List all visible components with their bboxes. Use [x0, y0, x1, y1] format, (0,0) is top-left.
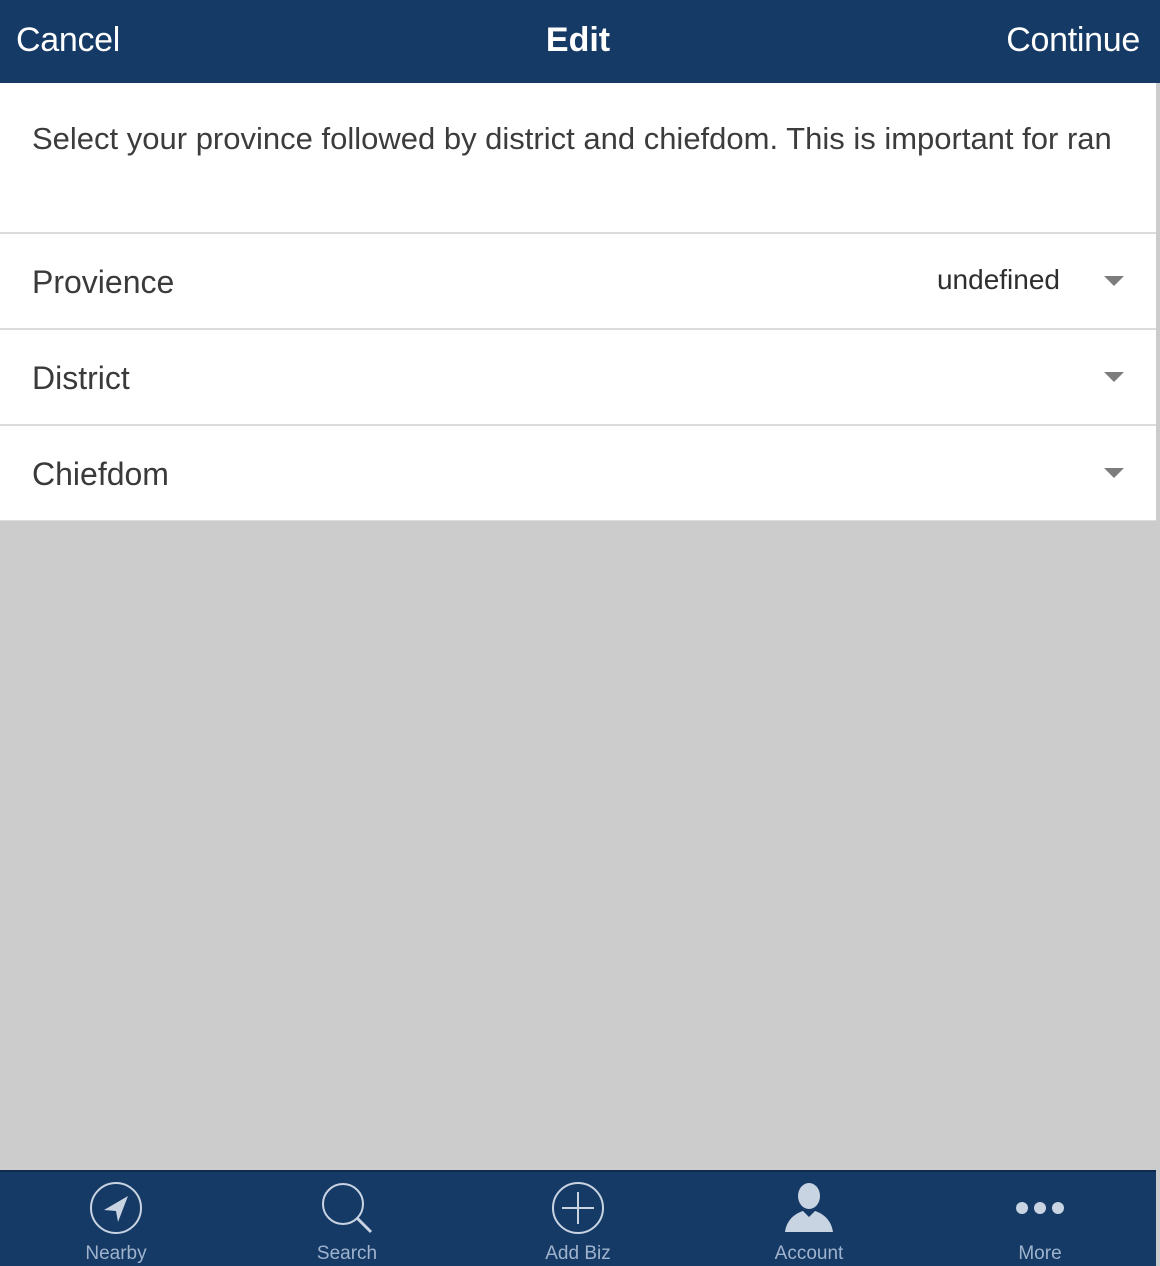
- tab-search-label: Search: [316, 1243, 378, 1264]
- district-select[interactable]: District: [0, 330, 1156, 426]
- page-title: Edit: [545, 21, 611, 59]
- tab-add-biz[interactable]: Add Biz: [498, 1172, 658, 1266]
- tab-bar: Nearby Search Add Biz Account More: [0, 1170, 1156, 1266]
- province-value: undefined: [936, 264, 1060, 295]
- chevron-down-icon: [1104, 468, 1124, 478]
- tab-account-label: Account: [774, 1243, 844, 1264]
- add-circle-icon: [552, 1182, 604, 1234]
- tab-nearby[interactable]: Nearby: [36, 1172, 196, 1266]
- tab-nearby-label: Nearby: [85, 1243, 147, 1264]
- tab-more-label: More: [1018, 1243, 1062, 1264]
- district-label: District: [32, 360, 130, 396]
- province-select[interactable]: Provience undefined: [0, 234, 1156, 330]
- continue-button[interactable]: Continue: [1006, 20, 1140, 60]
- tab-add-biz-label: Add Biz: [545, 1243, 611, 1264]
- edit-screen: Cancel Edit Continue Select your provinc…: [0, 0, 1160, 1266]
- instruction-text: Select your province followed by distric…: [32, 121, 1112, 156]
- tab-account[interactable]: Account: [729, 1172, 889, 1266]
- more-dots-icon: [1016, 1202, 1064, 1214]
- person-icon: [785, 1183, 833, 1232]
- location-form: Select your province followed by distric…: [0, 83, 1156, 521]
- tab-more[interactable]: More: [960, 1172, 1120, 1266]
- chiefdom-select[interactable]: Chiefdom: [0, 426, 1156, 521]
- navigation-bar: Cancel Edit Continue: [0, 0, 1160, 83]
- chevron-down-icon: [1104, 276, 1124, 286]
- search-icon: [322, 1183, 373, 1234]
- chiefdom-label: Chiefdom: [32, 456, 169, 492]
- location-arrow-icon: [90, 1182, 142, 1234]
- chevron-down-icon: [1104, 372, 1124, 382]
- tab-search[interactable]: Search: [267, 1172, 427, 1266]
- province-label: Provience: [32, 264, 175, 300]
